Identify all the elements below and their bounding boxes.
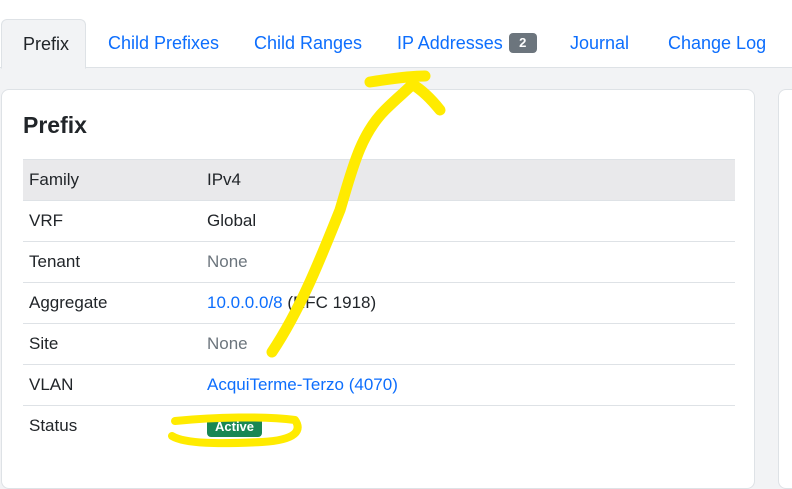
table-row: Tenant None — [23, 241, 735, 283]
attribute-table: Family IPv4 VRF Global Tenant None Aggre… — [23, 159, 735, 447]
tab-child-ranges[interactable]: Child Ranges — [234, 19, 382, 68]
tab-label: IP Addresses — [397, 33, 503, 53]
table-row: Family IPv4 — [23, 159, 735, 201]
tab-label: Child Ranges — [254, 33, 363, 53]
row-key: Family — [23, 159, 201, 201]
row-key: VLAN — [23, 364, 201, 406]
card-title: Prefix — [23, 112, 87, 138]
tab-label: Journal — [570, 33, 630, 53]
table-row: Site None — [23, 323, 735, 365]
aggregate-value: 10.0.0.0/8 (RFC 1918) — [201, 282, 735, 324]
status-badge: Active — [207, 416, 263, 437]
tab-label: Change Log — [668, 33, 767, 53]
tab-prefix[interactable]: Prefix — [1, 19, 86, 69]
tab-change-log[interactable]: Change Log — [648, 19, 786, 68]
row-value: Global — [201, 200, 735, 242]
side-card — [778, 89, 792, 489]
row-value: None — [201, 241, 735, 283]
tab-journal[interactable]: Journal — [550, 19, 649, 68]
aggregate-link[interactable]: 10.0.0.0/8 — [207, 293, 283, 312]
tab-ip-addresses[interactable]: IP Addresses 2 — [377, 19, 557, 68]
tab-child-prefixes[interactable]: Child Prefixes — [88, 19, 239, 68]
tab-label: Prefix — [23, 34, 70, 54]
row-key: Aggregate — [23, 282, 201, 324]
vlan-link[interactable]: AcquiTerme-Terzo (4070) — [207, 375, 398, 394]
row-key: Tenant — [23, 241, 201, 283]
prefix-card: Prefix Family IPv4 VRF Global Tenant Non… — [1, 89, 755, 489]
tab-label: Child Prefixes — [108, 33, 220, 53]
status-value: Active — [201, 405, 735, 447]
table-row: VRF Global — [23, 200, 735, 242]
tab-bar: Prefix Child Prefixes Child Ranges IP Ad… — [0, 0, 792, 69]
aggregate-suffix: (RFC 1918) — [282, 293, 377, 312]
row-key: Site — [23, 323, 201, 365]
row-value: IPv4 — [201, 159, 735, 201]
row-key: Status — [23, 405, 201, 447]
row-key: VRF — [23, 200, 201, 242]
ip-count-badge: 2 — [508, 33, 537, 53]
table-row: VLAN AcquiTerme-Terzo (4070) — [23, 364, 735, 406]
row-value: None — [201, 323, 735, 365]
table-row: Aggregate 10.0.0.0/8 (RFC 1918) — [23, 282, 735, 324]
vlan-value: AcquiTerme-Terzo (4070) — [201, 364, 735, 406]
table-row: Status Active — [23, 405, 735, 447]
